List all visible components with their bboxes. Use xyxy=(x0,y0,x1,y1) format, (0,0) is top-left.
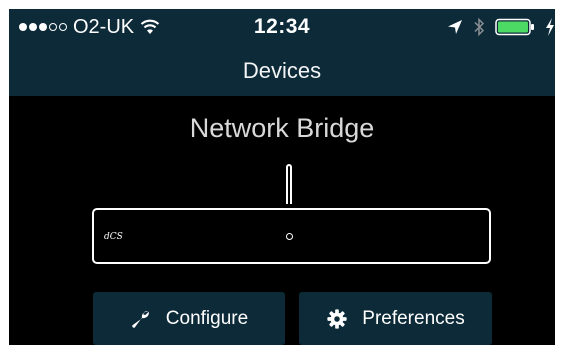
bluetooth-icon xyxy=(474,17,485,37)
device-status-led xyxy=(286,233,293,240)
device-name: Network Bridge xyxy=(189,113,375,143)
page-title: Devices xyxy=(242,58,322,83)
configure-button[interactable]: Configure xyxy=(93,292,285,345)
navigation-bar: Devices xyxy=(9,45,555,96)
status-bar: O2-UK 12:34 xyxy=(9,9,555,45)
wrench-icon xyxy=(132,310,149,328)
device-illustration: dCS xyxy=(92,208,491,264)
preferences-label: Preferences xyxy=(362,307,465,329)
location-arrow-icon xyxy=(448,20,462,34)
configure-label: Configure xyxy=(165,307,249,329)
charging-icon xyxy=(546,18,554,36)
app-screen: O2-UK 12:34 Devices Network Bridge dCS C… xyxy=(9,9,555,345)
battery-icon xyxy=(495,18,534,36)
gear-icon xyxy=(327,308,347,329)
device-logo: dCS xyxy=(104,232,123,242)
preferences-button[interactable]: Preferences xyxy=(299,292,492,345)
device-antenna xyxy=(286,164,292,204)
status-right xyxy=(447,16,555,38)
